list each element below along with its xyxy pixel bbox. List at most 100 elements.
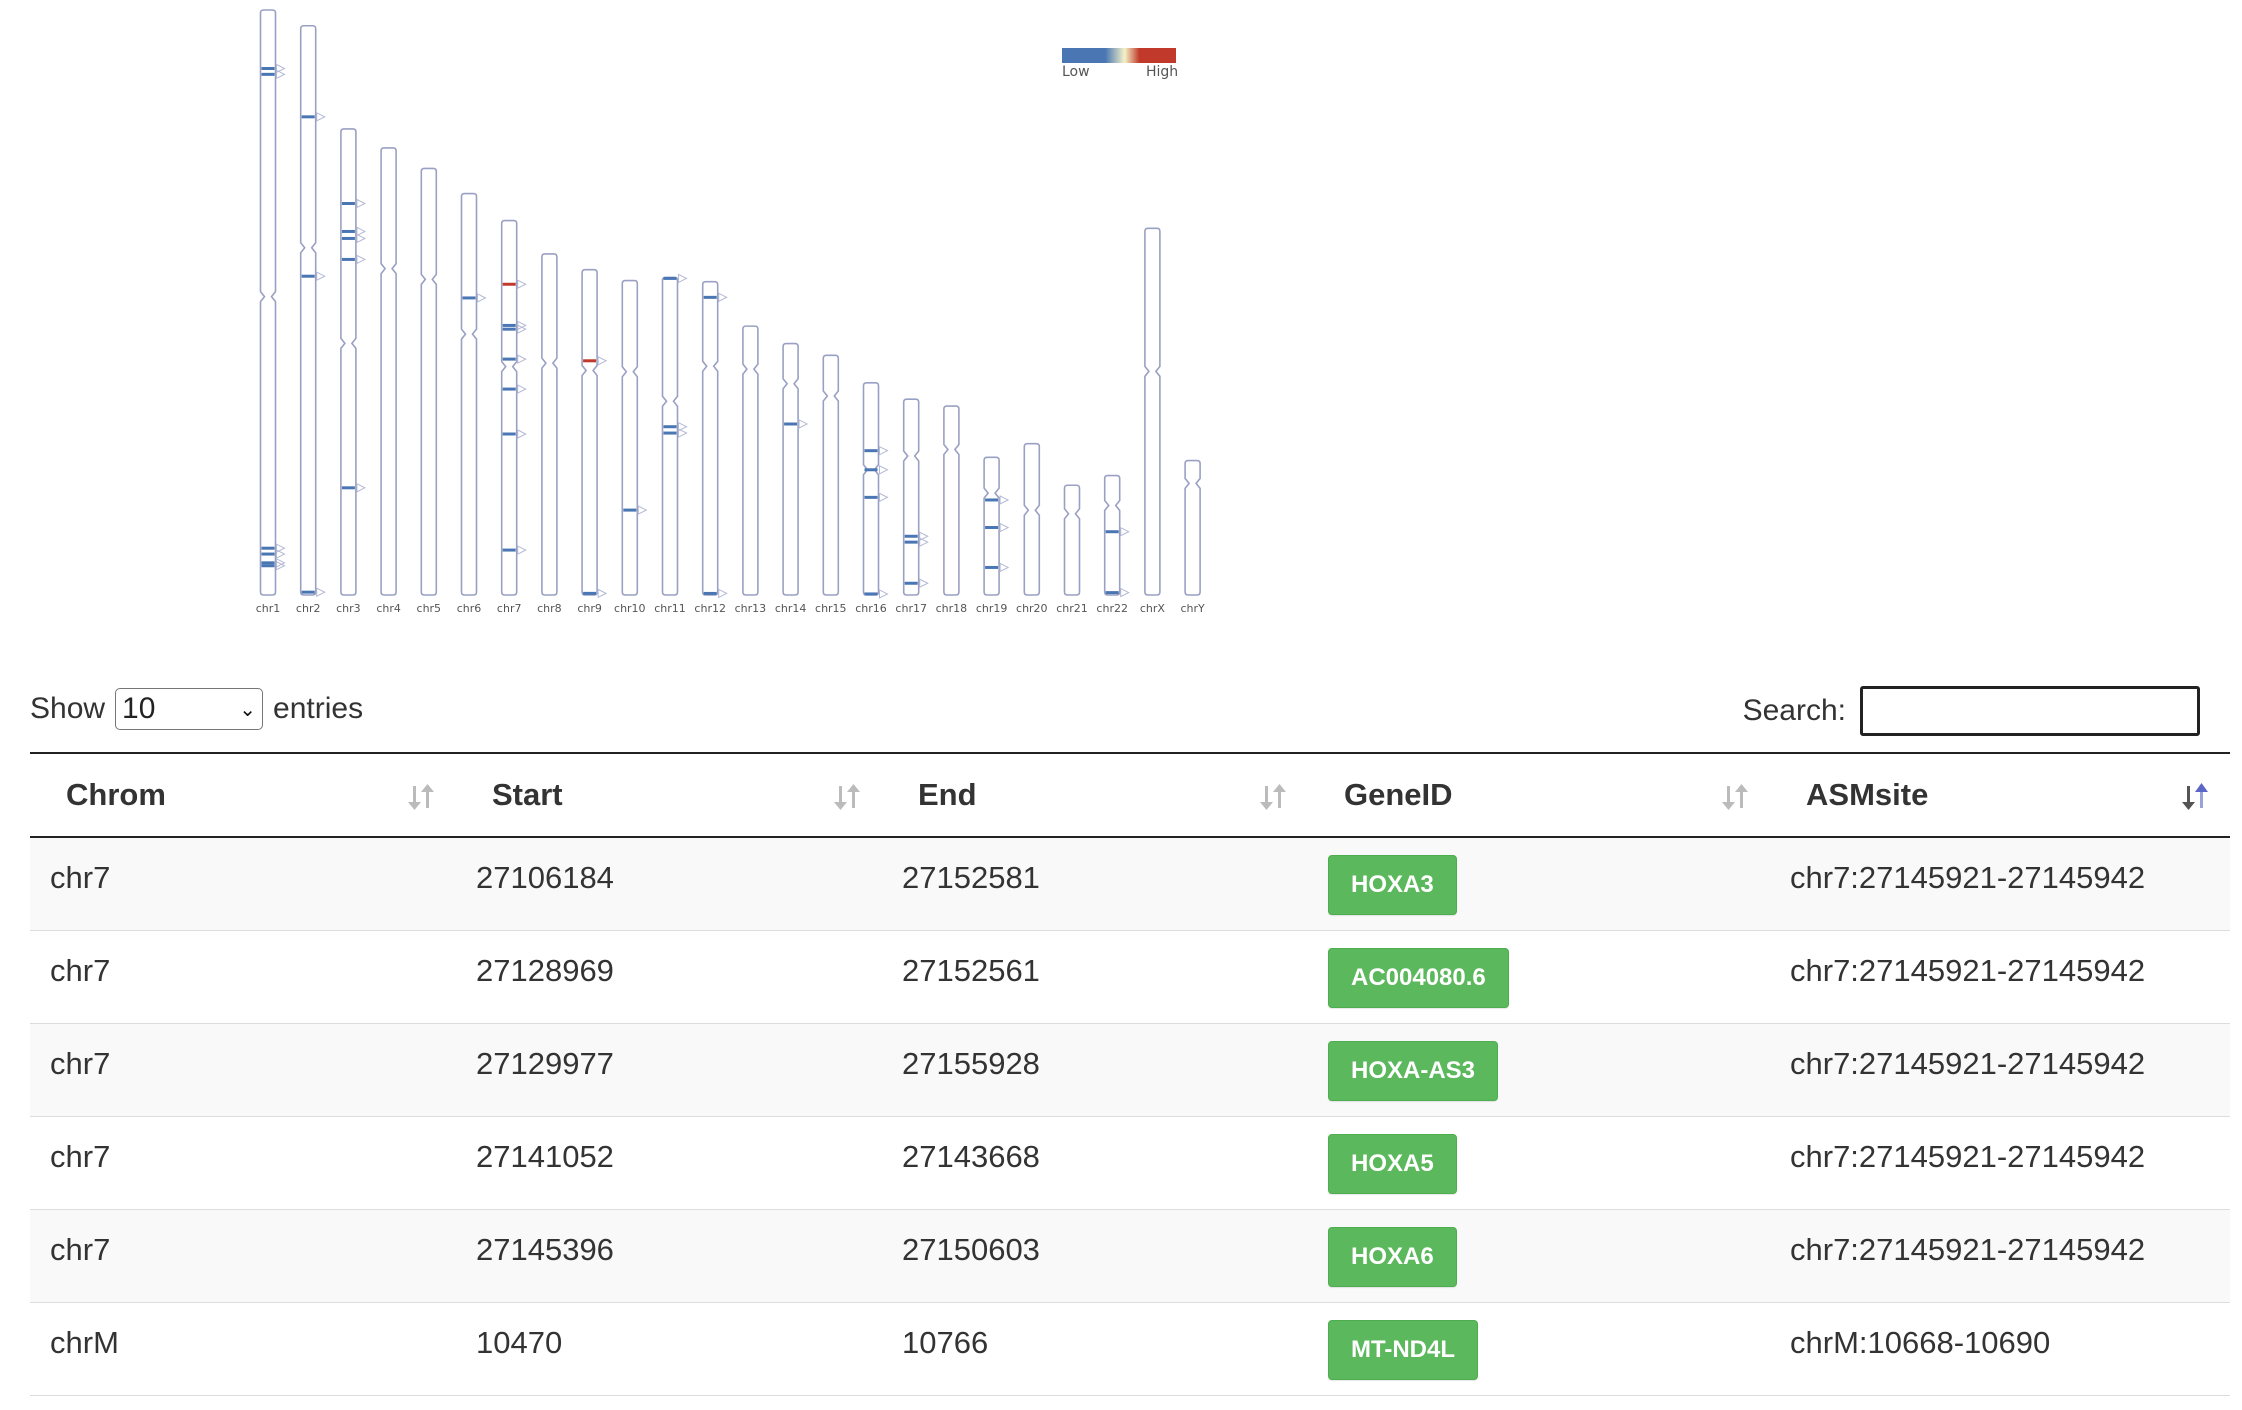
cell-chrom: chrM	[30, 1302, 456, 1396]
asm-site-marker-arrow	[597, 355, 608, 366]
asm-site-marker-arrow	[879, 464, 889, 475]
asm-site-marker-arrow	[999, 495, 1010, 505]
karyotype-svg: chr1 chr2 chr3 chr4 chr5 chr6 chr7 chr8 chr9 chr1…	[256, 9, 1205, 615]
gene-button[interactable]: HOXA3	[1328, 855, 1457, 915]
gene-button[interactable]: HOXA6	[1328, 1226, 1457, 1287]
chromosome-chr20	[1023, 442, 1041, 596]
cell-chrom: chr7	[30, 930, 456, 1024]
chromosome-chr22	[1103, 474, 1121, 596]
cell-gene: MT-ND4L	[1308, 1302, 1770, 1396]
search-input[interactable]	[1860, 686, 2200, 736]
cell-chrom: chr7	[30, 1209, 456, 1303]
chromosome-label: chr21	[1056, 602, 1088, 615]
sort-asc-icon	[2182, 783, 2208, 810]
chromosome-chr4	[380, 147, 397, 596]
chromosome-label: chr1	[256, 602, 281, 615]
cell-gene: HOXA6	[1308, 1209, 1770, 1303]
table-row: chr7 27145396 27150603 HOXA6 chr7:271459…	[30, 1209, 2230, 1303]
asm-site-marker-arrow	[1120, 526, 1130, 537]
chromosome-label: chr22	[1096, 602, 1128, 615]
chromosome-label: chr18	[936, 602, 968, 615]
chromosome-label: chr8	[537, 602, 562, 615]
chromosome-label: chr12	[694, 602, 726, 615]
entries-label: entries	[273, 692, 364, 725]
chromosome-label: chr20	[1016, 602, 1048, 615]
chromosome-chr12	[701, 280, 719, 596]
asm-site-marker-arrow	[517, 384, 527, 394]
cell-end: 27155928	[882, 1023, 1308, 1117]
cell-chrom: chr7	[30, 1023, 456, 1117]
show-label: Show	[30, 692, 106, 725]
chromosome-label: chr14	[775, 602, 807, 615]
asm-site-marker-arrow	[999, 522, 1010, 533]
cell-asmsite: chr7:27145921-27145942	[1770, 837, 2230, 931]
chromosome-chr7	[500, 219, 518, 596]
column-header-geneid[interactable]: GeneID	[1308, 752, 1770, 838]
cell-asmsite: chr7:27145921-27145942	[1770, 1116, 2230, 1210]
column-header-asmsite[interactable]: ASMsite	[1770, 752, 2230, 838]
cell-gene: HOXA3	[1308, 837, 1770, 931]
cell-asmsite: chrM:10668-10690	[1770, 1302, 2230, 1396]
asm-site-marker-arrow	[356, 226, 367, 237]
chromosome-label: chr4	[376, 602, 401, 615]
legend-high-label: High	[1146, 64, 1178, 80]
cell-asmsite: chr7:27145921-27145942	[1770, 1209, 2230, 1303]
chromosome-label: chrX	[1140, 602, 1166, 615]
asm-site-marker-arrow	[517, 545, 527, 555]
asm-site-marker-arrow	[477, 293, 487, 303]
chromosome-label: chr19	[976, 602, 1008, 615]
asm-site-marker-arrow	[316, 112, 326, 122]
table-controls: Show 10 ⌄ entries Search:	[30, 680, 2230, 750]
chromosome-label: chr9	[577, 602, 602, 615]
cell-gene: HOXA5	[1308, 1116, 1770, 1210]
column-header-end[interactable]: End	[882, 752, 1308, 838]
asm-site-marker-arrow	[1120, 587, 1130, 598]
chromosome-chr18	[943, 405, 960, 596]
chromosome-chr6	[460, 192, 478, 596]
chromosome-chr9	[581, 268, 598, 596]
karyotype-chart: chr1 chr2 chr3 chr4 chr5 chr6 chr7 chr8 chr9 chr1…	[0, 0, 1230, 620]
chromosome-chrY	[1184, 459, 1201, 596]
asm-site-marker-arrow	[356, 198, 367, 209]
chromosome-label: chr3	[336, 602, 361, 615]
cell-asmsite: chr7:27145921-27145942	[1770, 1023, 2230, 1117]
table-row: chr7 27129977 27155928 HOXA-AS3 chr7:271…	[30, 1023, 2230, 1117]
column-header-label: Chrom	[66, 777, 166, 812]
chromosome-label: chr10	[614, 602, 646, 615]
gene-button[interactable]: AC004080.6	[1328, 947, 1509, 1008]
asm-site-marker-arrow	[637, 505, 648, 515]
table-row: chr7 27141052 27143668 HOXA5 chr7:271459…	[30, 1116, 2230, 1210]
gene-button[interactable]: HOXA5	[1328, 1133, 1457, 1194]
legend-low-label: Low	[1062, 64, 1090, 80]
column-header-chrom[interactable]: Chrom	[30, 752, 456, 838]
chromosome-chr21	[1063, 484, 1081, 596]
asm-site-marker-arrow	[316, 587, 326, 597]
asm-site-marker-arrow	[718, 292, 728, 303]
cell-end: 27152581	[882, 837, 1308, 931]
asm-site-marker-arrow	[356, 254, 367, 265]
chromosome-label: chrY	[1180, 602, 1205, 615]
cell-end: 27143668	[882, 1116, 1308, 1210]
gene-button[interactable]: HOXA-AS3	[1328, 1040, 1499, 1101]
sort-both-icon	[408, 784, 434, 810]
chromosome-label: chr11	[654, 602, 686, 615]
chromosome-label: chr16	[855, 602, 887, 615]
chromosome-chr8	[541, 253, 558, 596]
asm-site-marker-arrow	[879, 589, 889, 599]
chromosome-chr11	[661, 276, 679, 596]
table-row: chr7 27106184 27152581 HOXA3 chr7:271459…	[30, 837, 2230, 931]
chromosome-chr3	[340, 128, 357, 596]
chromosome-label: chr5	[417, 602, 442, 615]
column-header-start[interactable]: Start	[456, 752, 882, 838]
asm-site-marker-arrow	[517, 279, 527, 290]
chromosome-chr15	[822, 354, 840, 596]
header-row: Chrom Start End GeneID ASMsite	[30, 752, 2230, 838]
column-header-label: ASMsite	[1806, 777, 1929, 812]
chromosome-chrX	[1144, 227, 1161, 596]
chromosome-chr17	[902, 398, 920, 596]
cell-end: 27150603	[882, 1209, 1308, 1303]
asm-site-marker-arrow	[597, 588, 608, 599]
gene-button[interactable]: MT-ND4L	[1328, 1319, 1478, 1380]
cell-chrom: chr7	[30, 1116, 456, 1210]
page-length-select[interactable]: 10 ⌄	[115, 688, 264, 730]
